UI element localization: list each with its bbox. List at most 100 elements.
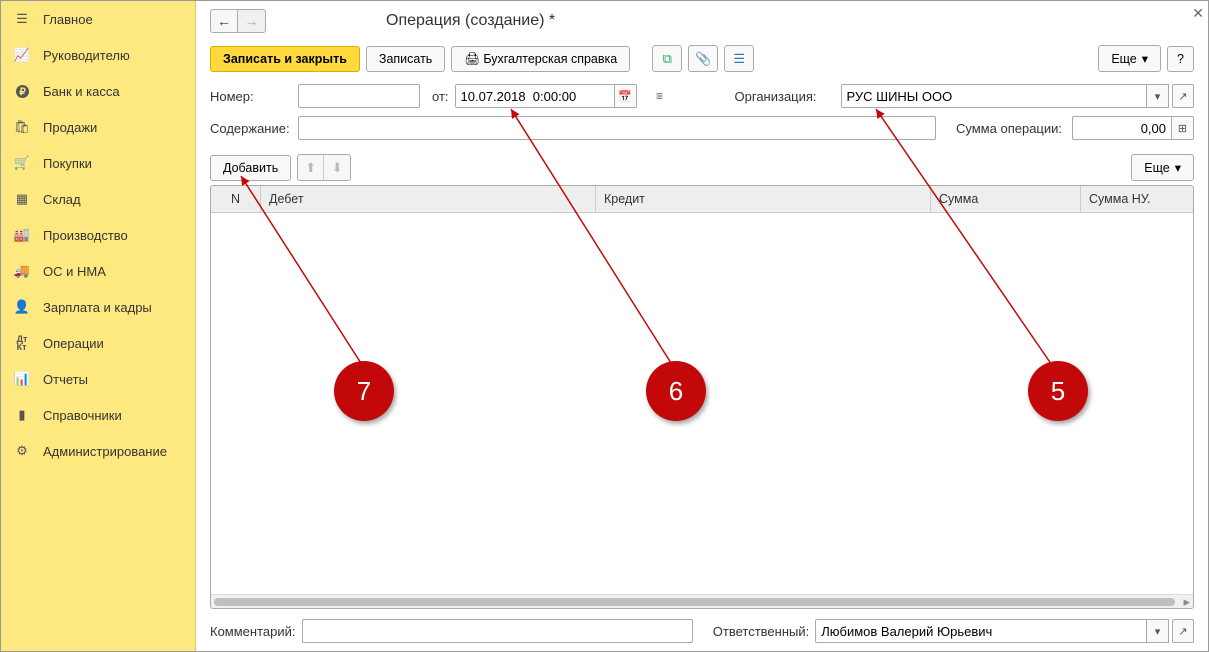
sidebar-item-label: Главное	[43, 12, 93, 27]
org-dropdown-button[interactable]: ▾	[1147, 84, 1169, 108]
sidebar: ☰ Главное 📈 Руководителю ₽ Банк и касса …	[1, 1, 196, 651]
sidebar-item-label: Операции	[43, 336, 104, 351]
sidebar-item-reports[interactable]: 📊 Отчеты	[1, 361, 195, 397]
calendar-icon: 📅	[618, 90, 632, 103]
responsible-label: Ответственный:	[713, 624, 809, 639]
report-button[interactable]: 🖨 Бухгалтерская справка	[451, 46, 630, 72]
responsible-input[interactable]	[815, 619, 1147, 643]
sidebar-item-purchases[interactable]: 🛒 Покупки	[1, 145, 195, 181]
sum-input[interactable]	[1072, 116, 1172, 140]
sidebar-item-main[interactable]: ☰ Главное	[1, 1, 195, 37]
calc-button[interactable]: ⊞	[1172, 116, 1194, 140]
help-button[interactable]: ?	[1167, 46, 1194, 72]
sidebar-item-warehouse[interactable]: ▦ Склад	[1, 181, 195, 217]
sidebar-item-sales[interactable]: 🛍 Продажи	[1, 109, 195, 145]
th-sum-nu[interactable]: Сумма НУ.	[1081, 186, 1193, 212]
org-open-button[interactable]: ↗	[1172, 84, 1194, 108]
svg-text:₽: ₽	[19, 87, 26, 98]
sidebar-item-operations[interactable]: ДтКт Операции	[1, 325, 195, 361]
sidebar-item-label: ОС и НМА	[43, 264, 106, 279]
link-button[interactable]: ⧉	[652, 45, 682, 72]
book-icon: ▮	[13, 406, 31, 424]
gear-icon: ⚙	[13, 442, 31, 460]
cart-icon: 🛒	[13, 154, 31, 172]
date-picker-button[interactable]: 📅	[615, 84, 637, 108]
th-debit[interactable]: Дебет	[261, 186, 596, 212]
sidebar-item-label: Отчеты	[43, 372, 88, 387]
attach-button[interactable]: 📎	[688, 45, 718, 72]
number-label: Номер:	[210, 89, 292, 104]
responsible-dropdown-button[interactable]: ▾	[1147, 619, 1169, 643]
menu-icon: ☰	[13, 10, 31, 28]
sidebar-item-label: Продажи	[43, 120, 97, 135]
clock-icon: ⧆	[656, 90, 663, 103]
scroll-thumb[interactable]	[214, 598, 1175, 606]
sidebar-item-label: Склад	[43, 192, 81, 207]
boxes-icon: ▦	[13, 190, 31, 208]
ruble-icon: ₽	[13, 82, 31, 100]
sidebar-item-production[interactable]: 🏭 Производство	[1, 217, 195, 253]
add-button[interactable]: Добавить	[210, 155, 291, 181]
comment-label: Комментарий:	[210, 624, 296, 639]
sidebar-item-label: Администрирование	[43, 444, 167, 459]
sidebar-item-label: Зарплата и кадры	[43, 300, 152, 315]
sidebar-item-assets[interactable]: 🚚 ОС и НМА	[1, 253, 195, 289]
table-more-button[interactable]: Еще ▾	[1131, 154, 1194, 181]
chart-icon: 📈	[13, 46, 31, 64]
nav-back-button[interactable]: ←	[210, 9, 238, 33]
move-up-button[interactable]: ⬆	[298, 155, 324, 180]
factory-icon: 🏭	[13, 226, 31, 244]
bag-icon: 🛍	[13, 118, 31, 136]
move-down-button[interactable]: ⬇	[324, 155, 350, 180]
time-button[interactable]: ⧆	[649, 84, 671, 108]
move-buttons: ⬆ ⬇	[297, 154, 351, 181]
printer-icon: 🖨	[464, 52, 478, 66]
th-sum[interactable]: Сумма	[931, 186, 1081, 212]
nav-forward-button[interactable]: →	[238, 9, 266, 33]
sidebar-item-manager[interactable]: 📈 Руководителю	[1, 37, 195, 73]
save-button[interactable]: Записать	[366, 46, 445, 72]
arrow-up-icon: ⬆	[305, 160, 316, 176]
sidebar-item-label: Справочники	[43, 408, 122, 423]
entries-table: N Дебет Кредит Сумма Сумма НУ. ▸	[210, 185, 1194, 609]
main-content: ✕ ← → Операция (создание) * Записать и з…	[196, 1, 1208, 651]
list-icon: ☰	[733, 51, 745, 67]
debit-credit-icon: ДтКт	[13, 334, 31, 352]
chevron-down-icon: ▾	[1175, 160, 1181, 175]
more-button[interactable]: Еще ▾	[1098, 45, 1161, 72]
org-label: Организация:	[735, 89, 835, 104]
from-label: от:	[432, 89, 449, 104]
person-icon: 👤	[13, 298, 31, 316]
number-input[interactable]	[298, 84, 420, 108]
sidebar-item-label: Руководителю	[43, 48, 130, 63]
calculator-icon: ⊞	[1178, 122, 1187, 135]
scroll-right-icon[interactable]: ▸	[1183, 594, 1190, 610]
sidebar-item-label: Банк и касса	[43, 84, 120, 99]
bars-icon: 📊	[13, 370, 31, 388]
save-close-button[interactable]: Записать и закрыть	[210, 46, 360, 72]
sum-label: Сумма операции:	[956, 121, 1066, 136]
sidebar-item-label: Производство	[43, 228, 128, 243]
sidebar-item-label: Покупки	[43, 156, 92, 171]
comment-input[interactable]	[302, 619, 693, 643]
sidebar-item-payroll[interactable]: 👤 Зарплата и кадры	[1, 289, 195, 325]
sidebar-item-directories[interactable]: ▮ Справочники	[1, 397, 195, 433]
horizontal-scrollbar[interactable]: ▸	[211, 594, 1193, 608]
th-credit[interactable]: Кредит	[596, 186, 931, 212]
sidebar-item-bank[interactable]: ₽ Банк и касса	[1, 73, 195, 109]
chevron-down-icon: ▾	[1142, 51, 1148, 66]
truck-icon: 🚚	[13, 262, 31, 280]
org-input[interactable]	[841, 84, 1147, 108]
content-input[interactable]	[298, 116, 936, 140]
page-title: Операция (создание) *	[386, 12, 555, 30]
table-body[interactable]	[211, 213, 1193, 594]
list-button[interactable]: ☰	[724, 45, 754, 72]
date-input[interactable]	[455, 84, 615, 108]
sidebar-item-admin[interactable]: ⚙ Администрирование	[1, 433, 195, 469]
link-icon: ⧉	[663, 51, 672, 67]
responsible-open-button[interactable]: ↗	[1172, 619, 1194, 643]
arrow-down-icon: ⬇	[332, 160, 343, 176]
table-header: N Дебет Кредит Сумма Сумма НУ.	[211, 186, 1193, 213]
paperclip-icon: 📎	[695, 51, 711, 67]
th-n[interactable]: N	[211, 186, 261, 212]
